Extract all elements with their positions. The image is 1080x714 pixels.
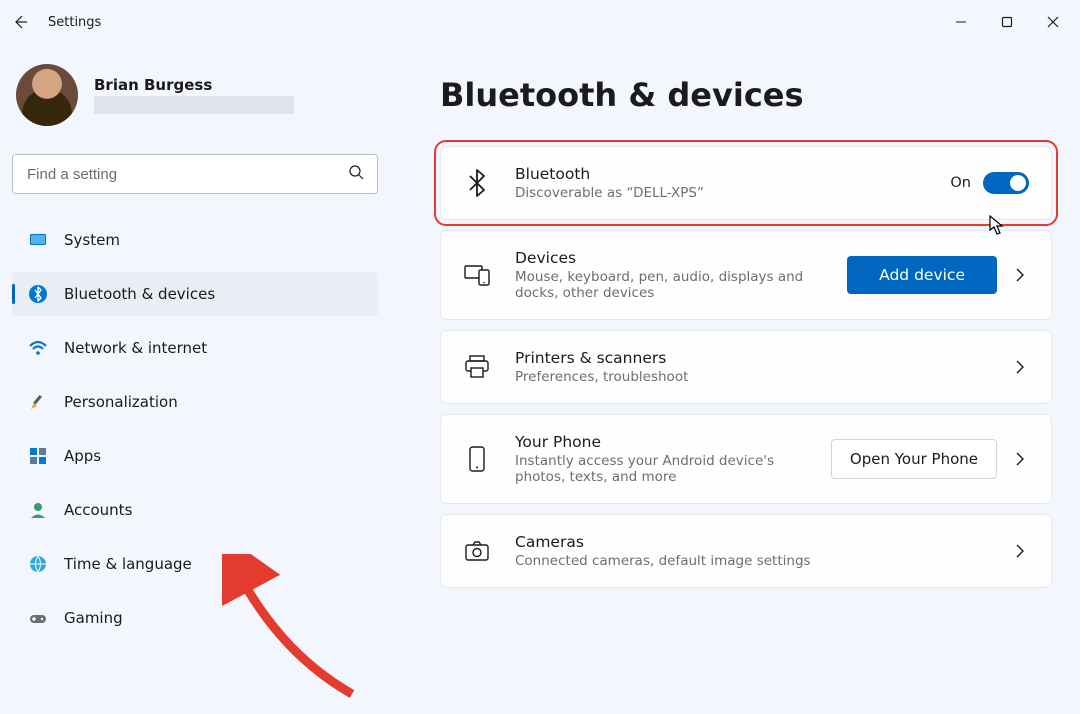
sidebar-item-accounts[interactable]: Accounts	[12, 488, 378, 532]
card-devices-sub: Mouse, keyboard, pen, audio, displays an…	[515, 269, 823, 301]
chevron-right-icon	[1015, 360, 1029, 374]
bluetooth-icon	[463, 169, 491, 197]
sidebar-item-label: Time & language	[64, 555, 192, 573]
minimize-button[interactable]	[946, 7, 976, 37]
devices-icon	[463, 264, 491, 286]
card-bluetooth-title: Bluetooth	[515, 165, 926, 183]
sidebar-item-label: Bluetooth & devices	[64, 285, 215, 303]
sidebar-item-apps[interactable]: Apps	[12, 434, 378, 478]
sidebar-item-label: Accounts	[64, 501, 132, 519]
monitor-icon	[28, 230, 48, 250]
card-cameras-sub: Connected cameras, default image setting…	[515, 553, 991, 569]
sidebar-item-time-language[interactable]: Time & language	[12, 542, 378, 586]
card-bluetooth-sub: Discoverable as “DELL-XPS”	[515, 185, 926, 201]
person-icon	[28, 500, 48, 520]
search-icon	[348, 164, 364, 184]
globe-clock-icon	[28, 554, 48, 574]
chevron-right-icon	[1015, 452, 1029, 466]
printer-icon	[463, 355, 491, 379]
card-phone-sub: Instantly access your Android device's p…	[515, 453, 807, 485]
sidebar-item-gaming[interactable]: Gaming	[12, 596, 378, 640]
wifi-icon	[28, 338, 48, 358]
card-bluetooth[interactable]: Bluetooth Discoverable as “DELL-XPS” On	[440, 146, 1052, 220]
phone-icon	[463, 445, 491, 473]
toggle-state-label: On	[950, 175, 971, 191]
gamepad-icon	[28, 608, 48, 628]
card-printers-sub: Preferences, troubleshoot	[515, 369, 991, 385]
card-devices-title: Devices	[515, 249, 823, 267]
card-your-phone[interactable]: Your Phone Instantly access your Android…	[440, 414, 1052, 504]
paintbrush-icon	[28, 392, 48, 412]
sidebar-item-label: System	[64, 231, 120, 249]
chevron-right-icon	[1015, 268, 1029, 282]
apps-icon	[28, 446, 48, 466]
avatar	[16, 64, 78, 126]
chevron-right-icon	[1015, 544, 1029, 558]
card-phone-title: Your Phone	[515, 433, 807, 451]
card-printers-title: Printers & scanners	[515, 349, 991, 367]
app-title: Settings	[48, 15, 101, 30]
open-your-phone-button[interactable]: Open Your Phone	[831, 439, 997, 479]
maximize-button[interactable]	[992, 7, 1022, 37]
profile-email-redacted	[94, 96, 294, 114]
camera-icon	[463, 540, 491, 562]
sidebar-item-label: Gaming	[64, 609, 123, 627]
card-printers[interactable]: Printers & scanners Preferences, trouble…	[440, 330, 1052, 404]
sidebar-item-label: Network & internet	[64, 339, 207, 357]
content-area: Bluetooth & devices Bluetooth Discoverab…	[390, 44, 1080, 707]
card-cameras[interactable]: Cameras Connected cameras, default image…	[440, 514, 1052, 588]
sidebar-item-bluetooth-devices[interactable]: Bluetooth & devices	[12, 272, 378, 316]
profile[interactable]: Brian Burgess	[12, 64, 378, 126]
bluetooth-toggle[interactable]: On	[950, 172, 1029, 194]
sidebar-item-label: Personalization	[64, 393, 178, 411]
toggle-switch-icon	[983, 172, 1029, 194]
card-cameras-title: Cameras	[515, 533, 991, 551]
title-bar: Settings	[0, 0, 1080, 44]
search-input[interactable]	[12, 154, 378, 194]
add-device-button[interactable]: Add device	[847, 256, 997, 294]
sidebar-item-system[interactable]: System	[12, 218, 378, 262]
card-devices[interactable]: Devices Mouse, keyboard, pen, audio, dis…	[440, 230, 1052, 320]
sidebar: Brian Burgess System Bluetooth & devices…	[0, 44, 390, 707]
sidebar-item-network[interactable]: Network & internet	[12, 326, 378, 370]
sidebar-item-personalization[interactable]: Personalization	[12, 380, 378, 424]
close-button[interactable]	[1038, 7, 1068, 37]
profile-name: Brian Burgess	[94, 76, 378, 94]
back-button[interactable]	[12, 14, 28, 30]
bluetooth-icon	[28, 284, 48, 304]
page-title: Bluetooth & devices	[440, 76, 1052, 114]
sidebar-item-label: Apps	[64, 447, 101, 465]
